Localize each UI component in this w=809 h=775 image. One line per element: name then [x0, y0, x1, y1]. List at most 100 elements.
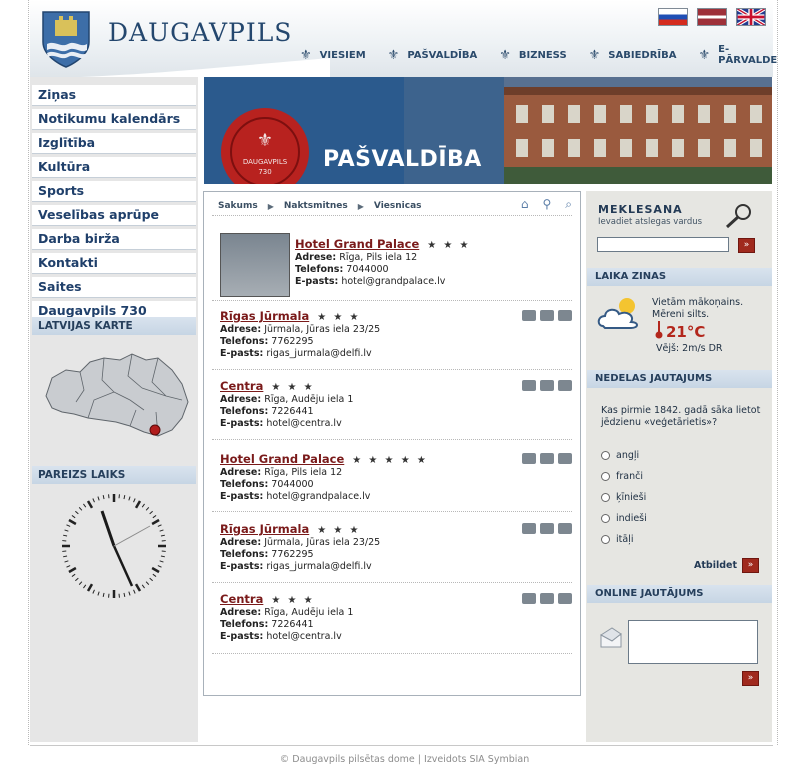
- list-item: Rīgas Jūrmala ★ ★ ★ Adrese: Jūrmala, Jūra…: [220, 523, 572, 573]
- hotel-email[interactable]: hotel@centra.lv: [266, 631, 341, 642]
- clock-minute-tick: [145, 507, 150, 511]
- online-question-input[interactable]: [628, 620, 758, 664]
- sitemap-icon[interactable]: ⚲: [542, 197, 551, 212]
- hotel-phone: 7044000: [271, 479, 314, 490]
- hotel-address: Rīga, Pils iela 12: [339, 252, 418, 263]
- list-item: Rīgas Jūrmala ★ ★ ★ Adrese: Jūrmala, Jūra…: [220, 310, 572, 360]
- nav-item-viesiem[interactable]: ⚜ VIESIEM: [300, 48, 366, 63]
- clock-hour-tick: [134, 583, 142, 592]
- clock-minute-tick: [83, 584, 87, 589]
- search-go-button[interactable]: »: [738, 238, 755, 253]
- photo-icon[interactable]: [522, 593, 536, 604]
- divider: [212, 582, 572, 583]
- magnifier-icon: [725, 204, 751, 229]
- hotel-stars: ★ ★ ★: [317, 312, 361, 323]
- hotel-phone: 7762295: [271, 336, 314, 347]
- poll-submit-button[interactable]: »: [742, 558, 759, 573]
- poll-option[interactable]: itāļi: [601, 534, 633, 545]
- hotel-name-link[interactable]: Centra: [220, 379, 263, 393]
- svg-text:DAUGAVPILS: DAUGAVPILS: [243, 158, 288, 166]
- latvia-map[interactable]: [32, 340, 196, 460]
- breadcrumb: Sakums ▶ Naktsmitnes ▶ Viesnicas: [218, 201, 422, 211]
- latvian-flag-icon[interactable]: [697, 8, 727, 26]
- clock-minute-tick: [66, 565, 71, 568]
- site-brand[interactable]: DAUGAVPILS: [108, 18, 292, 47]
- online-question-submit-button[interactable]: »: [742, 671, 759, 686]
- radio-button[interactable]: [601, 451, 610, 460]
- info-icon[interactable]: [540, 453, 554, 464]
- hotel-email[interactable]: hotel@grandpalace.lv: [341, 276, 445, 287]
- clock-minute-tick: [71, 515, 76, 519]
- hotel-name-link[interactable]: Rīgas Jūrmala: [220, 309, 309, 323]
- hotel-email[interactable]: rigas_jurmala@delfi.lv: [266, 561, 371, 572]
- sidebar-item-saites[interactable]: Saites: [32, 277, 196, 298]
- radio-button[interactable]: [601, 472, 610, 481]
- poll-option[interactable]: ķīnieši: [601, 492, 646, 503]
- hotel-name-link[interactable]: Hotel Grand Palace: [295, 237, 419, 251]
- sidebar-item-kultura[interactable]: Kultūra: [32, 157, 196, 178]
- search-icon[interactable]: ⌕: [565, 197, 572, 212]
- breadcrumb-item-naktsmitnes[interactable]: Naktsmitnes: [284, 201, 348, 211]
- sidebar-item-darba-birza[interactable]: Darba birža: [32, 229, 196, 250]
- city-crest-icon[interactable]: [41, 10, 91, 68]
- hotel-name-link[interactable]: Centra: [220, 592, 263, 606]
- sidebar-item-veselibas-aprupe[interactable]: Veselības aprūpe: [32, 205, 196, 226]
- daugavpils-marker-icon[interactable]: [149, 424, 161, 436]
- breadcrumb-item-sakums[interactable]: Sakums: [218, 201, 258, 211]
- banner-title: PAŠVALDĪBA: [323, 147, 482, 172]
- sidebar-item-sports[interactable]: Sports: [32, 181, 196, 202]
- clock-minute-tick: [160, 534, 165, 537]
- info-icon[interactable]: [540, 523, 554, 534]
- sidebar-item-notikumu-kalendars[interactable]: Notikumu kalendārs: [32, 109, 196, 130]
- poll-submit-label[interactable]: Atbildet: [694, 560, 737, 571]
- map-section-title: LATVIJAS KARTE: [32, 317, 196, 335]
- hotel-photo[interactable]: [220, 233, 290, 297]
- clock-minute-tick: [102, 592, 105, 597]
- poll-option[interactable]: angļi: [601, 450, 639, 461]
- hotel-email[interactable]: hotel@centra.lv: [266, 418, 341, 429]
- clock-minute-tick: [141, 584, 145, 589]
- sidebar-item-izglitiba[interactable]: Izglītība: [32, 133, 196, 154]
- home-icon[interactable]: ⌂: [521, 197, 529, 212]
- poll-option[interactable]: franči: [601, 471, 643, 482]
- radio-button[interactable]: [601, 493, 610, 502]
- sidebar-item-kontakti[interactable]: Kontakti: [32, 253, 196, 274]
- web-icon[interactable]: [558, 310, 572, 321]
- poll-question: Kas pirmie 1842. gadā sāka lietot jēdzie…: [601, 405, 761, 428]
- photo-icon[interactable]: [522, 523, 536, 534]
- search-input[interactable]: [597, 237, 729, 252]
- hotel-email[interactable]: rigas_jurmala@delfi.lv: [266, 348, 371, 359]
- clock-section-title: PAREIZS LAIKS: [32, 466, 196, 484]
- nav-item-e-parvalde[interactable]: ⚜ E-PĀRVALDE: [699, 44, 778, 66]
- wind: Vējš: 2m/s DR: [656, 343, 723, 354]
- section-banner: ⚜ DAUGAVPILS 730 PAŠVALDĪBA: [204, 77, 772, 184]
- info-icon[interactable]: [540, 310, 554, 321]
- radio-button[interactable]: [601, 514, 610, 523]
- radio-button[interactable]: [601, 535, 610, 544]
- web-icon[interactable]: [558, 380, 572, 391]
- photo-icon[interactable]: [522, 380, 536, 391]
- clock-minute-tick: [157, 565, 162, 568]
- hotel-email[interactable]: hotel@grandpalace.lv: [266, 491, 370, 502]
- photo-icon[interactable]: [522, 310, 536, 321]
- list-item: Hotel Grand Palace ★ ★ ★ ★ ★ Adrese: Rīga…: [220, 453, 572, 503]
- info-icon[interactable]: [540, 593, 554, 604]
- sidebar-item-zinas[interactable]: Ziņas: [32, 85, 196, 106]
- photo-icon[interactable]: [522, 453, 536, 464]
- web-icon[interactable]: [558, 453, 572, 464]
- poll-option[interactable]: indieši: [601, 513, 647, 524]
- russian-flag-icon[interactable]: [658, 8, 688, 26]
- clock-minute-tick: [102, 495, 105, 500]
- analog-clock: [32, 486, 196, 741]
- hotel-name-link[interactable]: Rīgas Jūrmala: [220, 522, 309, 536]
- divider: [212, 653, 572, 654]
- web-icon[interactable]: [558, 523, 572, 534]
- clock-minute-tick: [128, 496, 131, 501]
- web-icon[interactable]: [558, 593, 572, 604]
- nav-item-pasvaldiba[interactable]: ⚜ PAŠVALDĪBA: [388, 48, 478, 63]
- uk-flag-icon[interactable]: [736, 8, 766, 26]
- nav-item-bizness[interactable]: ⚜ BIZNESS: [499, 48, 566, 63]
- info-icon[interactable]: [540, 380, 554, 391]
- nav-item-sabiedriba[interactable]: ⚜ SABIEDRĪBA: [589, 48, 677, 63]
- hotel-name-link[interactable]: Hotel Grand Palace: [220, 452, 344, 466]
